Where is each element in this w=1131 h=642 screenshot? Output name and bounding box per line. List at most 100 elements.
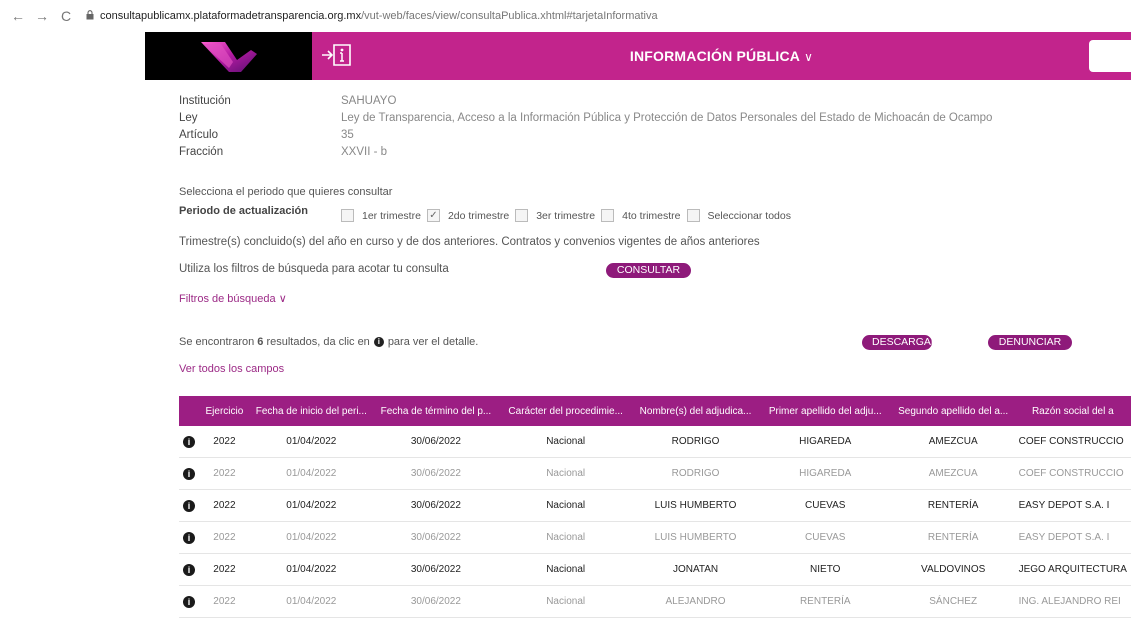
- info-value: XXVII - b: [341, 146, 388, 158]
- table-cell: Nacional: [498, 553, 633, 586]
- checkbox-label: Seleccionar todos: [707, 209, 791, 222]
- site-logo[interactable]: [145, 32, 312, 80]
- column-header-fecha-inicio[interactable]: Fecha de inicio del peri...: [250, 396, 373, 426]
- column-header-nombre[interactable]: Nombre(s) del adjudica...: [632, 396, 758, 426]
- info-icon: i: [373, 337, 384, 347]
- table-cell: 2022: [199, 521, 250, 554]
- reload-icon[interactable]: C: [56, 8, 76, 24]
- descargar-button[interactable]: DESCARGAR: [862, 335, 939, 350]
- column-header-primer-apellido[interactable]: Primer apellido del adju...: [759, 396, 892, 426]
- denunciar-button[interactable]: DENUNCIAR: [988, 335, 1072, 350]
- table-row: i 2022 01/04/2022 30/06/2022 Nacional RODRIG…: [179, 426, 1131, 458]
- consultar-button[interactable]: CONSULTAR: [606, 263, 691, 278]
- periodo-selector: Selecciona el periodo que quieres consul…: [179, 186, 797, 222]
- url-field[interactable]: consultapublicamx.plataformadetransparen…: [100, 10, 658, 22]
- results-summary: Se encontraron 6 resultados, da clic en …: [179, 336, 478, 348]
- table-cell: RODRIGO: [632, 426, 759, 458]
- checkbox-1er-trimestre[interactable]: [341, 209, 354, 222]
- table-cell: AMEZCUA: [891, 457, 1015, 490]
- table-cell: 2022: [199, 489, 250, 522]
- table-cell: ALEJANDRO: [632, 585, 759, 618]
- results-text-mid: resultados, da clic en: [266, 336, 370, 348]
- info-row-fraccion: Fracción XXVII - b: [179, 146, 992, 163]
- checkbox-seleccionar-todos[interactable]: [686, 209, 700, 222]
- url-host: consultapublicamx.plataformadetransparen…: [100, 10, 362, 22]
- checkbox-label: 3er trimestre: [536, 209, 596, 222]
- browser-address-bar: ← → C consultapublicamx.plataformadetran…: [0, 0, 1131, 32]
- table-cell: Nacional: [498, 585, 633, 618]
- table-cell: EASY DEPOT S.A. I: [1014, 489, 1131, 522]
- table-cell: JONATAN: [632, 553, 759, 586]
- table-cell: COEF CONSTRUCCIO: [1014, 457, 1131, 490]
- table-cell: EASY DEPOT S.A. I: [1014, 521, 1131, 554]
- table-cell: 30/06/2022: [372, 457, 499, 490]
- chevron-down-icon: ∨: [804, 50, 814, 64]
- info-icon[interactable]: i: [183, 563, 195, 576]
- results-table: Ejercicio Fecha de inicio del peri... Fe…: [179, 396, 1131, 618]
- info-value: SAHUAYO: [341, 95, 397, 107]
- table-cell: RENTERÍA: [891, 489, 1015, 522]
- table-cell: 30/06/2022: [372, 553, 499, 586]
- ver-todos-link[interactable]: Ver todos los campos: [179, 363, 284, 375]
- info-label: Fracción: [179, 146, 224, 158]
- table-cell: 01/04/2022: [249, 457, 373, 490]
- info-value: 35: [341, 129, 354, 141]
- filtros-toggle[interactable]: Filtros de búsqueda ∨: [179, 292, 287, 305]
- table-cell: 2022: [199, 553, 250, 586]
- table-cell: SÁNCHEZ: [891, 585, 1015, 618]
- forward-icon[interactable]: →: [32, 8, 52, 24]
- table-cell: JEGO ARQUITECTURA: [1014, 553, 1131, 586]
- table-cell: CUEVAS: [758, 521, 892, 554]
- header-right-panel[interactable]: [1089, 40, 1131, 72]
- checkbox-4to-trimestre[interactable]: [601, 209, 615, 222]
- table-cell: CUEVAS: [758, 489, 892, 522]
- table-cell: 01/04/2022: [249, 553, 373, 586]
- filtros-hint: Utiliza los filtros de búsqueda para aco…: [179, 263, 449, 275]
- column-header-segundo-apellido[interactable]: Segundo apellido del a...: [892, 396, 1015, 426]
- table-cell: NIETO: [758, 553, 892, 586]
- table-cell: COEF CONSTRUCCIO: [1014, 426, 1131, 458]
- table-cell: Nacional: [498, 457, 633, 490]
- results-text-post: para ver el detalle.: [387, 336, 479, 348]
- info-icon[interactable]: i: [183, 467, 195, 480]
- table-cell: 2022: [199, 426, 250, 458]
- info-icon[interactable]: i: [183, 435, 195, 448]
- info-icon[interactable]: i: [183, 499, 195, 512]
- column-header-fecha-termino[interactable]: Fecha de término del p...: [373, 396, 499, 426]
- table-cell: 01/04/2022: [249, 489, 373, 522]
- table-cell: 01/04/2022: [249, 426, 373, 458]
- checkbox-2do-trimestre[interactable]: ✓: [426, 209, 440, 222]
- info-label: Artículo: [179, 129, 218, 141]
- back-icon[interactable]: ←: [8, 8, 28, 24]
- periodo-label: Periodo de actualización: [179, 204, 308, 217]
- row-detail-cell: i: [179, 489, 199, 522]
- enter-info-icon[interactable]: [320, 40, 354, 70]
- row-detail-cell: i: [179, 457, 199, 490]
- row-detail-cell: i: [179, 553, 199, 586]
- info-row-articulo: Artículo 35: [179, 129, 992, 146]
- results-count: 6: [257, 336, 264, 348]
- table-cell: 2022: [199, 585, 250, 618]
- column-header-razon-social[interactable]: Razón social del a: [1015, 396, 1131, 426]
- header-title-button[interactable]: INFORMACIÓN PÚBLICA ∨: [630, 48, 813, 64]
- table-cell: Nacional: [498, 489, 633, 522]
- column-header-ejercicio[interactable]: Ejercicio: [199, 396, 250, 426]
- checkbox-3er-trimestre[interactable]: [515, 209, 529, 222]
- lock-icon: [86, 9, 94, 23]
- table-cell: HIGAREDA: [758, 457, 892, 490]
- column-header-caracter[interactable]: Carácter del procedimie...: [499, 396, 632, 426]
- table-cell: HIGAREDA: [758, 426, 892, 458]
- table-cell: RENTERÍA: [758, 585, 892, 618]
- row-detail-cell: i: [179, 521, 199, 554]
- table-cell: 30/06/2022: [372, 585, 499, 618]
- checkbox-label: 2do trimestre: [447, 209, 510, 222]
- info-icon[interactable]: i: [183, 531, 195, 544]
- info-label: Ley: [179, 112, 198, 124]
- table-row: i 2022 01/04/2022 30/06/2022 Nacional LUIS H…: [179, 489, 1131, 522]
- info-icon[interactable]: i: [183, 595, 195, 608]
- table-cell: 2022: [199, 457, 250, 490]
- info-panel: Institución SAHUAYO Ley Ley de Transparenc…: [179, 95, 992, 163]
- table-cell: ING. ALEJANDRO REI: [1014, 585, 1131, 618]
- table-row: i 2022 01/04/2022 30/06/2022 Nacional ALEJAN…: [179, 585, 1131, 618]
- checkbox-label: 1er trimestre: [362, 209, 421, 222]
